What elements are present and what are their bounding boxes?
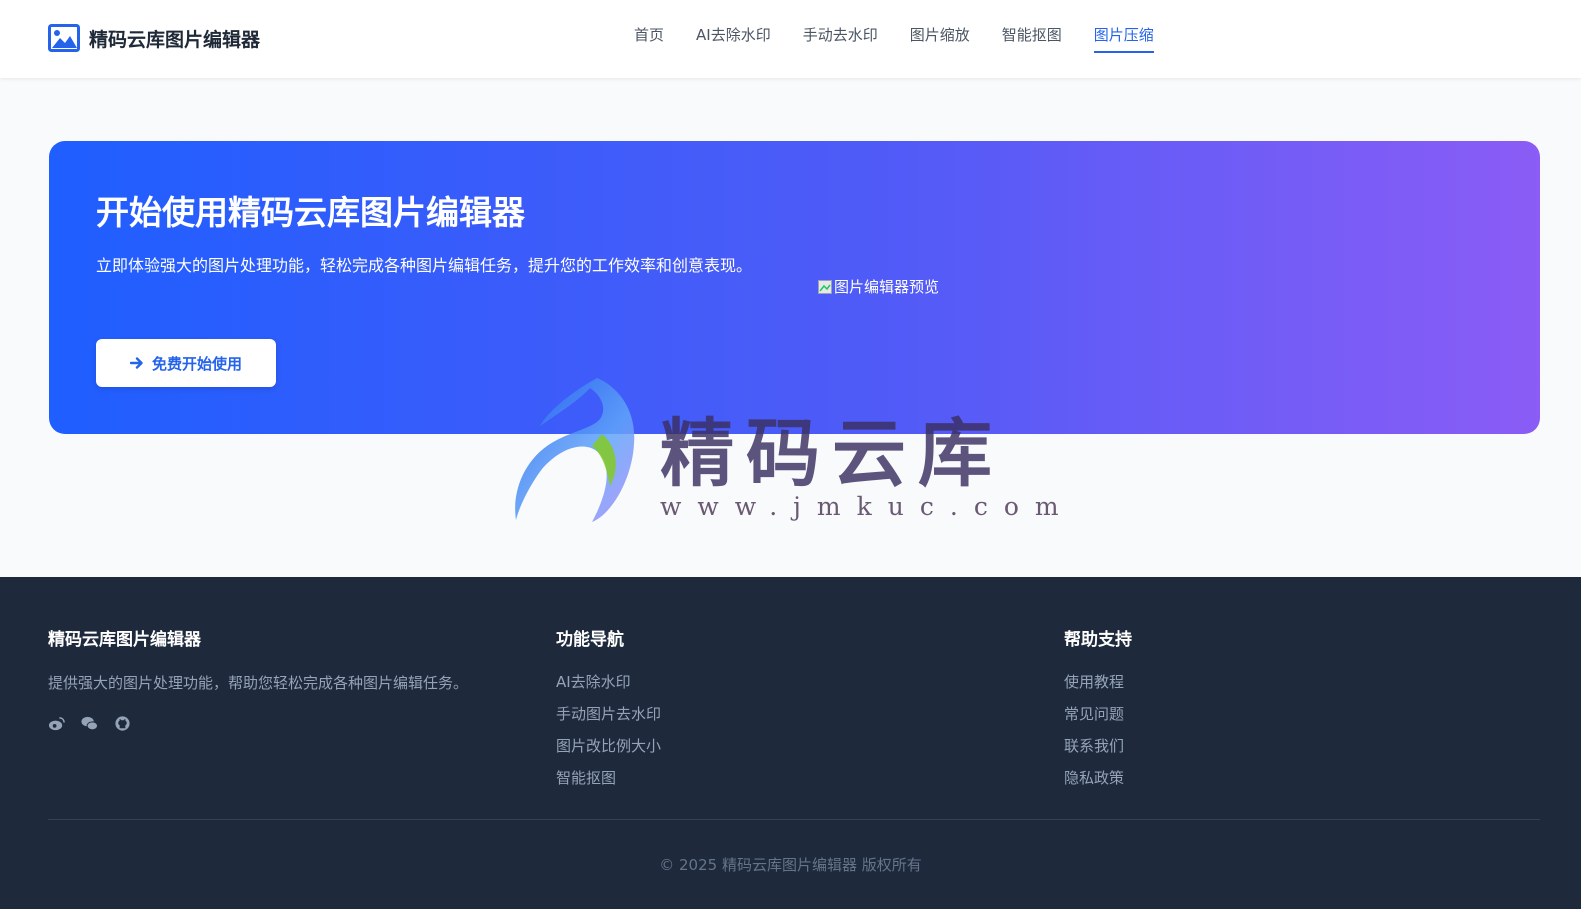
footer-divider	[48, 819, 1540, 820]
footer-link-ai-watermark[interactable]: AI去除水印	[556, 672, 661, 692]
editor-preview-image: 图片编辑器预览	[818, 276, 939, 297]
start-free-label: 免费开始使用	[151, 354, 242, 373]
footer-feature-nav: 功能导航 AI去除水印 手动图片去水印 图片改比例大小 智能抠图	[556, 625, 661, 800]
social-links	[48, 715, 468, 732]
footer-help: 帮助支持 使用教程 常见问题 联系我们 隐私政策	[1064, 625, 1132, 800]
footer-link-contact[interactable]: 联系我们	[1064, 736, 1132, 756]
watermark-logo: 精码云库 www.jmkuc.com	[512, 374, 1059, 524]
start-free-button[interactable]: 免费开始使用	[96, 339, 276, 387]
nav-item-image-resize[interactable]: 图片缩放	[910, 24, 970, 53]
image-icon	[48, 24, 80, 52]
nav-item-home[interactable]: 首页	[634, 24, 664, 53]
footer-link-manual-watermark[interactable]: 手动图片去水印	[556, 704, 661, 724]
main-nav: 首页 AI去除水印 手动去水印 图片缩放 智能抠图 图片压缩	[634, 24, 1154, 53]
nav-item-smart-cutout[interactable]: 智能抠图	[1002, 24, 1062, 53]
nav-item-image-compress[interactable]: 图片压缩	[1093, 24, 1154, 53]
footer-link-resize[interactable]: 图片改比例大小	[556, 736, 661, 756]
watermark-url: www.jmkuc.com	[660, 492, 1075, 521]
site-footer: 精码云库图片编辑器 提供强大的图片处理功能，帮助您轻松完成各种图片编辑任务。 功…	[0, 577, 1581, 909]
wechat-icon[interactable]	[81, 715, 98, 732]
broken-image-icon	[818, 279, 832, 294]
footer-link-cutout[interactable]: 智能抠图	[556, 768, 661, 788]
hero-description: 立即体验强大的图片处理功能，轻松完成各种图片编辑任务，提升您的工作效率和创意表现…	[96, 256, 753, 275]
footer-link-tutorial[interactable]: 使用教程	[1064, 672, 1132, 692]
hero-title: 开始使用精码云库图片编辑器	[96, 193, 525, 232]
weibo-icon[interactable]	[48, 715, 65, 732]
dragon-logo-icon	[515, 378, 635, 522]
footer-link-privacy[interactable]: 隐私政策	[1064, 768, 1132, 788]
preview-alt-text: 图片编辑器预览	[834, 278, 940, 296]
watermark-text: 精码云库	[660, 411, 1004, 497]
github-icon[interactable]	[114, 715, 131, 732]
footer-feature-nav-title: 功能导航	[556, 630, 624, 650]
footer-link-faq[interactable]: 常见问题	[1064, 704, 1132, 724]
nav-item-ai-watermark-removal[interactable]: AI去除水印	[696, 24, 771, 53]
footer-help-title: 帮助支持	[1064, 630, 1132, 650]
site-header: 精码云库图片编辑器 首页 AI去除水印 手动去水印 图片缩放 智能抠图 图片压缩	[0, 0, 1581, 78]
footer-about: 精码云库图片编辑器 提供强大的图片处理功能，帮助您轻松完成各种图片编辑任务。	[48, 625, 468, 732]
copyright-text: © 2025 精码云库图片编辑器 版权所有	[659, 856, 922, 874]
arrow-right-icon	[129, 357, 143, 369]
nav-item-manual-watermark-removal[interactable]: 手动去水印	[803, 24, 878, 53]
footer-about-title: 精码云库图片编辑器	[48, 630, 201, 650]
footer-about-description: 提供强大的图片处理功能，帮助您轻松完成各种图片编辑任务。	[48, 674, 469, 692]
brand-name: 精码云库图片编辑器	[89, 28, 261, 51]
brand-logo[interactable]: 精码云库图片编辑器	[48, 24, 260, 52]
